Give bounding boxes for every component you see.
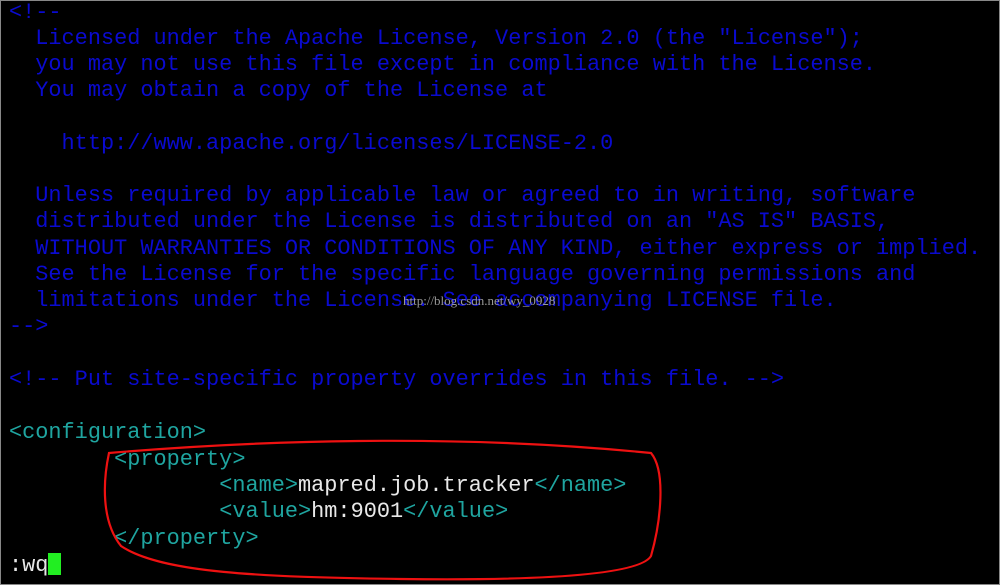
terminal-window[interactable]: <!-- Licensed under the Apache License, … [0, 0, 1000, 585]
red-annotation-circle [103, 439, 662, 581]
